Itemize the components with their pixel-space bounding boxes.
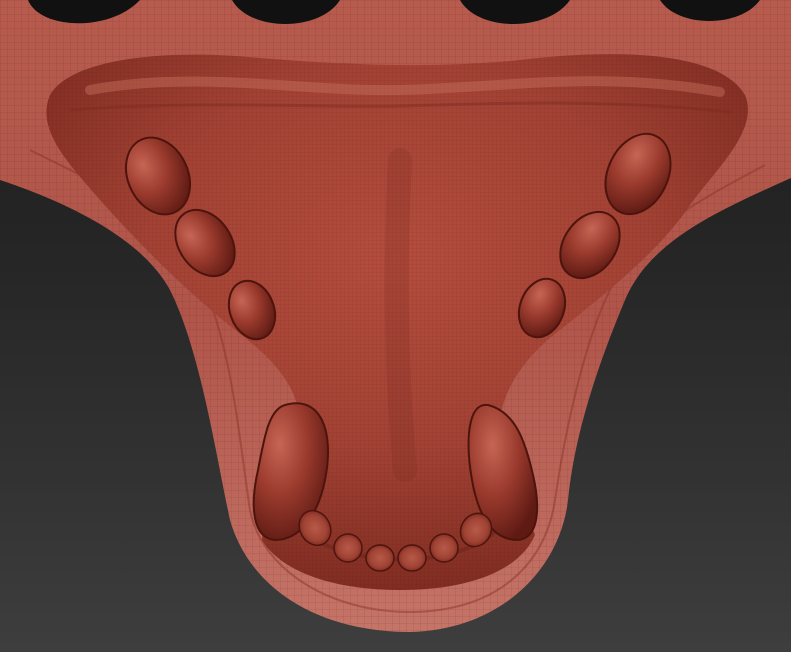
model-render [0,0,791,632]
incisor [397,544,427,572]
incisor [429,533,459,563]
incisor [333,533,363,563]
sculpt-viewport[interactable] [0,0,791,652]
incisor [365,544,395,572]
